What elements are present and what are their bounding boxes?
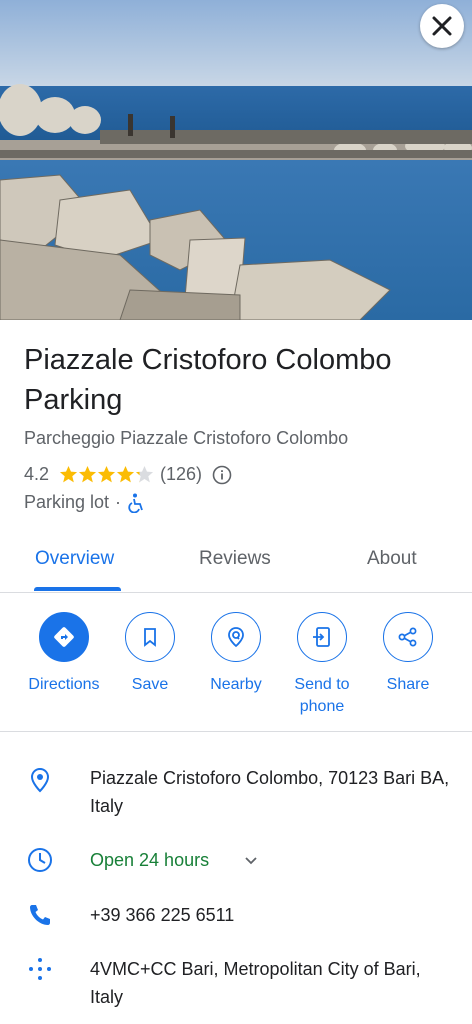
place-subtitle: Parcheggio Piazzale Cristoforo Colombo — [24, 428, 349, 448]
clock-icon — [28, 848, 52, 872]
star-icon — [78, 465, 97, 483]
address-text: Piazzale Cristoforo Colombo, 70123 Bari … — [90, 768, 450, 816]
share-circle — [383, 612, 433, 662]
seaside-rocks-image — [0, 0, 472, 320]
send-to-phone-circle — [297, 612, 347, 662]
place-photo[interactable] — [0, 0, 472, 320]
wheelchair-icon — [128, 493, 143, 513]
place-type-row: Parking lot · — [24, 492, 145, 513]
hours-text: Open 24 hours — [90, 850, 210, 870]
nearby-icon — [228, 627, 244, 648]
close-icon — [432, 16, 452, 36]
directions-circle — [39, 612, 89, 662]
tab-bar: Overview Reviews About — [0, 538, 472, 593]
tab-about[interactable]: About — [367, 548, 417, 570]
star-icon — [116, 465, 135, 483]
phone-text: +39 366 225 6511 — [90, 905, 235, 925]
star-icon — [135, 465, 154, 483]
review-count[interactable]: (126) — [160, 464, 202, 485]
nearby-label: Nearby — [210, 676, 262, 693]
info-icon[interactable] — [212, 465, 232, 485]
close-button[interactable] — [420, 4, 464, 48]
nearby-button[interactable]: Nearby — [188, 612, 284, 696]
send-to-phone-button[interactable]: Send to phone — [274, 612, 370, 718]
share-label: Share — [386, 676, 430, 693]
directions-button[interactable]: Directions — [16, 612, 112, 696]
place-type: Parking lot — [24, 492, 110, 512]
chevron-down-icon[interactable] — [244, 856, 258, 866]
send-to-phone-icon — [313, 627, 330, 647]
phone-icon — [30, 905, 50, 925]
tab-overview[interactable]: Overview — [35, 548, 114, 570]
tab-reviews[interactable]: Reviews — [199, 548, 271, 570]
rating-stars — [59, 465, 154, 484]
plus-code-text: 4VMC+CC Bari, Metropolitan City of Bari,… — [90, 959, 421, 1007]
directions-label: Directions — [28, 676, 100, 693]
section-divider — [0, 731, 472, 732]
share-icon — [398, 627, 417, 647]
nearby-circle — [211, 612, 261, 662]
send-to-phone-label: Send to phone — [294, 676, 350, 715]
save-button[interactable]: Save — [102, 612, 198, 696]
rating-row[interactable]: 4.2 (126) — [24, 464, 232, 485]
rating-value: 4.2 — [24, 464, 50, 484]
location-pin-icon — [30, 767, 50, 793]
save-label: Save — [131, 676, 169, 693]
action-buttons: Directions Save Nearby Send to phone Sha… — [0, 612, 472, 730]
hours-line: Open 24 hours — [90, 846, 450, 874]
bookmark-icon — [144, 628, 156, 647]
star-icon — [97, 465, 116, 483]
separator: · — [115, 492, 122, 512]
save-circle — [125, 612, 175, 662]
share-button[interactable]: Share — [360, 612, 456, 696]
plus-code-icon — [29, 958, 51, 980]
directions-icon — [54, 627, 74, 647]
place-title: Piazzale Cristoforo Colombo Parking — [24, 344, 392, 416]
active-tab-indicator — [34, 587, 121, 591]
star-icon — [59, 465, 78, 483]
